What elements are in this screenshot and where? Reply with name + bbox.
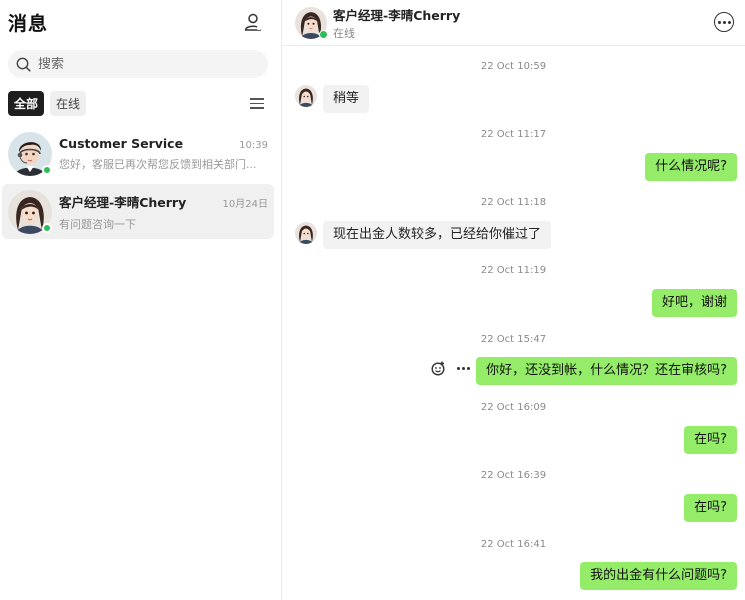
message-row: 你好，还没到帐，什么情况？还在审核吗? [282, 357, 745, 385]
message-row: 好吧，谢谢 [282, 289, 745, 317]
incoming-message-bubble[interactable]: 稍等 [323, 85, 370, 113]
chat-avatar[interactable] [295, 6, 328, 39]
outgoing-message-bubble[interactable]: 什么情况呢? [645, 153, 737, 181]
outgoing-message-bubble[interactable]: 我的出金有什么问题吗? [580, 562, 737, 590]
person-outline-icon [244, 13, 262, 31]
message-timestamp: 22 Oct 16:41 [480, 539, 547, 550]
conversation-item[interactable]: Customer Service 10:39 您好，客服已再次帮您反馈到相关部门… [2, 126, 274, 181]
add-reaction-icon[interactable] [431, 360, 447, 376]
manager-avatar-image [295, 222, 317, 244]
conversation-body: 客户经理-李晴Cherry 10月24日 有问题咨询一下 [59, 192, 268, 232]
sender-avatar[interactable] [295, 222, 317, 244]
outgoing-message-bubble[interactable]: 你好，还没到帐，什么情况？还在审核吗? [476, 357, 737, 385]
conversation-item[interactable]: 客户经理-李晴Cherry 10月24日 有问题咨询一下 [2, 184, 274, 239]
message-list: 22 Oct 10:59 稍等 22 Oct 11:17 什么情况呢? 22 O… [282, 46, 745, 600]
message-timestamp: 22 Oct 11:18 [480, 197, 547, 208]
conversation-time: 10月24日 [222, 198, 268, 210]
message-timestamp: 22 Oct 11:17 [480, 129, 547, 140]
message-more-icon[interactable] [457, 366, 470, 370]
message-row: 什么情况呢? [282, 153, 745, 181]
message-row: 我的出金有什么问题吗? [282, 562, 745, 590]
filter-menu-icon[interactable] [250, 98, 264, 109]
message-actions [431, 360, 470, 376]
conversation-preview: 有问题咨询一下 [59, 217, 136, 231]
message-row: 现在出金人数较多，已经给你催过了 [282, 221, 745, 249]
chat-contact-status: 在线 [333, 26, 355, 40]
conversation-list: Customer Service 10:39 您好，客服已再次帮您反馈到相关部门… [0, 126, 281, 239]
filter-all-chip[interactable]: 全部 [8, 91, 45, 116]
search-icon [16, 57, 31, 72]
online-status-dot [42, 164, 52, 175]
conversation-name: Customer Service [59, 135, 184, 151]
search-input[interactable] [38, 56, 238, 72]
outgoing-message-bubble[interactable]: 好吧，谢谢 [651, 289, 737, 317]
conversation-header: 客户经理-李晴Cherry 10月24日 [59, 192, 268, 211]
message-timestamp: 22 Oct 16:39 [480, 470, 547, 481]
manager-avatar-image [295, 85, 317, 107]
avatar [8, 131, 52, 176]
search-box[interactable] [8, 50, 268, 78]
message-timestamp: 22 Oct 11:19 [480, 265, 547, 276]
conversation-header: Customer Service 10:39 [59, 136, 268, 151]
conversation-name: 客户经理-李晴Cherry [59, 194, 187, 210]
more-options-icon[interactable] [714, 12, 734, 32]
messenger-app: 消息 全部 在线 [0, 0, 745, 600]
incoming-message-bubble[interactable]: 现在出金人数较多，已经给你催过了 [323, 221, 552, 249]
conversation-preview: 您好，客服已再次帮您反馈到相关部门... [59, 157, 257, 171]
filter-row: 全部 在线 [8, 91, 264, 116]
conversation-body: Customer Service 10:39 您好，客服已再次帮您反馈到相关部门… [59, 136, 268, 172]
sender-avatar[interactable] [295, 85, 317, 107]
message-row: 在吗? [282, 426, 745, 454]
message-row: 稍等 [282, 85, 745, 113]
conversation-time: 10:39 [239, 139, 268, 151]
message-timestamp: 22 Oct 10:59 [480, 61, 547, 72]
chat-header-text: 客户经理-李晴Cherry 在线 [333, 5, 460, 41]
filter-online-chip[interactable]: 在线 [50, 91, 87, 116]
online-status-dot [319, 29, 328, 39]
sidebar-title: 消息 [8, 12, 49, 35]
contacts-button[interactable] [242, 11, 264, 33]
chat-header: 客户经理-李晴Cherry 在线 [282, 0, 745, 46]
online-status-dot [42, 222, 52, 233]
conversation-sidebar: 消息 全部 在线 [0, 0, 282, 600]
message-row: 在吗? [282, 494, 745, 522]
outgoing-message-bubble[interactable]: 在吗? [684, 494, 737, 522]
chat-contact-name: 客户经理-李晴Cherry [333, 7, 461, 23]
sidebar-header: 消息 [0, 0, 281, 44]
message-timestamp: 22 Oct 16:09 [480, 402, 547, 413]
chat-pane: 客户经理-李晴Cherry 在线 22 Oct 10:59 稍等 22 Oct … [282, 0, 745, 600]
message-timestamp: 22 Oct 15:47 [480, 334, 547, 345]
avatar [8, 189, 52, 234]
outgoing-message-bubble[interactable]: 在吗? [684, 426, 737, 454]
